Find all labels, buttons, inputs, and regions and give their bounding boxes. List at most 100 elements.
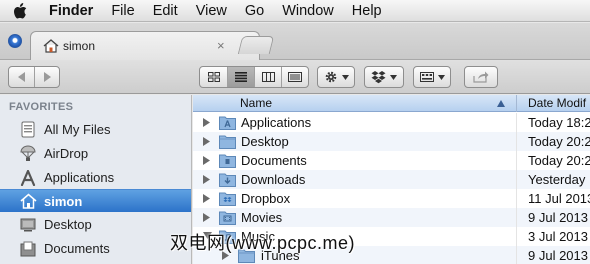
toolbar-toggle-button[interactable] [8,34,22,48]
file-row-dropbox[interactable]: Dropbox 11 Jul 2013 [193,189,590,208]
toolbar [0,60,590,94]
documents-folder-icon [219,154,236,168]
file-row-documents[interactable]: Documents Today 20:2 [193,151,590,170]
sidebar-item-simon[interactable]: simon [0,189,191,212]
menu-finder[interactable]: Finder [40,0,102,22]
icon-view-icon [207,72,220,82]
applications-folder-icon [219,116,236,130]
column-name-header[interactable]: Name [240,96,272,110]
dropbox-icon [371,70,386,83]
back-button[interactable] [9,67,34,87]
sidebar-item-airdrop[interactable]: AirDrop [0,142,191,165]
new-tab-button[interactable] [237,36,275,54]
file-date: 11 Jul 2013 [528,191,590,206]
menu-view[interactable]: View [187,0,236,22]
disclosure-triangle-icon[interactable] [203,175,210,184]
sidebar: FAVORITES All My Files AirDrop Applicati… [0,95,192,264]
chevron-down-icon [341,74,349,80]
disclosure-triangle-icon[interactable] [203,213,210,222]
menu-go[interactable]: Go [236,0,273,22]
apple-icon [14,2,27,18]
applications-icon [20,169,36,186]
file-name: Downloads [241,172,306,187]
file-row-applications[interactable]: Applications Today 18:2 [193,113,590,132]
sidebar-item-label: Applications [44,170,115,185]
disclosure-triangle-icon[interactable] [203,118,210,127]
airdrop-icon [20,145,36,161]
coverflow-view-button[interactable] [281,67,308,87]
desktop-icon [20,218,36,231]
file-name: Documents [241,153,307,168]
folder-icon [219,135,236,149]
documents-icon [20,241,36,256]
share-button[interactable] [464,66,498,88]
menu-file[interactable]: File [102,0,143,22]
column-view-icon [261,72,275,82]
file-name: Desktop [241,134,289,149]
home-icon [19,193,37,209]
back-arrow-icon [17,72,25,82]
sort-ascending-icon [497,100,505,107]
sidebar-item-documents[interactable]: Documents [0,237,191,260]
menu-window[interactable]: Window [273,0,343,22]
icon-view-button[interactable] [200,67,227,87]
file-date: Today 18:2 [528,115,590,130]
file-date: Today 20:2 [528,153,590,168]
dropbox-folder-icon [219,192,236,206]
file-date: 3 Jul 2013 [528,229,588,244]
list-view-button[interactable] [227,67,254,87]
menu-bar: Finder File Edit View Go Window Help [0,0,590,22]
sidebar-item-applications[interactable]: Applications [0,166,191,189]
gear-icon [325,71,336,83]
tab-title: simon [63,39,96,53]
sidebar-item-label: simon [44,193,83,209]
sidebar-item-label: Desktop [44,217,92,232]
sidebar-heading-favorites: FAVORITES [9,101,74,113]
sidebar-item-label: All My Files [44,122,111,137]
file-date: Yesterday [528,172,586,187]
movies-folder-icon [219,211,236,225]
file-row-movies[interactable]: Movies 9 Jul 2013 [193,208,590,227]
action-menu-button[interactable] [317,66,355,88]
arrange-menu-button[interactable] [413,66,451,88]
menu-edit[interactable]: Edit [144,0,187,22]
menu-help[interactable]: Help [343,0,391,22]
share-icon [473,71,489,83]
file-date: 9 Jul 2013 [528,248,588,263]
file-name: Applications [241,115,312,130]
sidebar-item-label: AirDrop [44,146,89,161]
tab-close-button[interactable]: × [217,38,225,54]
file-row-desktop[interactable]: Desktop Today 20:2 [193,132,590,151]
coverflow-icon [288,72,302,82]
chevron-down-icon [437,74,445,80]
file-row-downloads[interactable]: Downloads Yesterday [193,170,590,189]
downloads-folder-icon [219,173,236,187]
apple-menu[interactable] [0,0,40,22]
column-view-button[interactable] [254,67,281,87]
sidebar-item-label: Documents [44,241,110,256]
disclosure-triangle-icon[interactable] [203,137,210,146]
view-mode-control [199,66,309,88]
forward-arrow-icon [44,72,52,82]
file-name: Dropbox [241,191,291,206]
back-forward-control [8,66,60,88]
tab-bar: simon × [0,23,590,60]
column-header: Name Date Modif [193,95,590,112]
list-view-icon [235,72,247,82]
sidebar-item-desktop[interactable]: Desktop [0,213,191,236]
disclosure-triangle-icon[interactable] [203,156,210,165]
column-divider[interactable] [516,95,517,112]
arrange-icon [419,72,434,82]
sidebar-item-all-my-files[interactable]: All My Files [0,118,191,141]
disclosure-triangle-icon[interactable] [203,194,210,203]
dropbox-menu-button[interactable] [364,66,404,88]
forward-button[interactable] [34,67,59,87]
column-date-header[interactable]: Date Modif [528,96,586,110]
home-icon [43,39,59,53]
all-files-icon [21,121,35,138]
chevron-down-icon [390,74,397,80]
watermark-text: 双电网(www.pcpc.me) [170,233,356,253]
tab-simon[interactable]: simon × [30,31,260,60]
file-date: Today 20:2 [528,134,590,149]
file-name: Movies [241,210,283,225]
